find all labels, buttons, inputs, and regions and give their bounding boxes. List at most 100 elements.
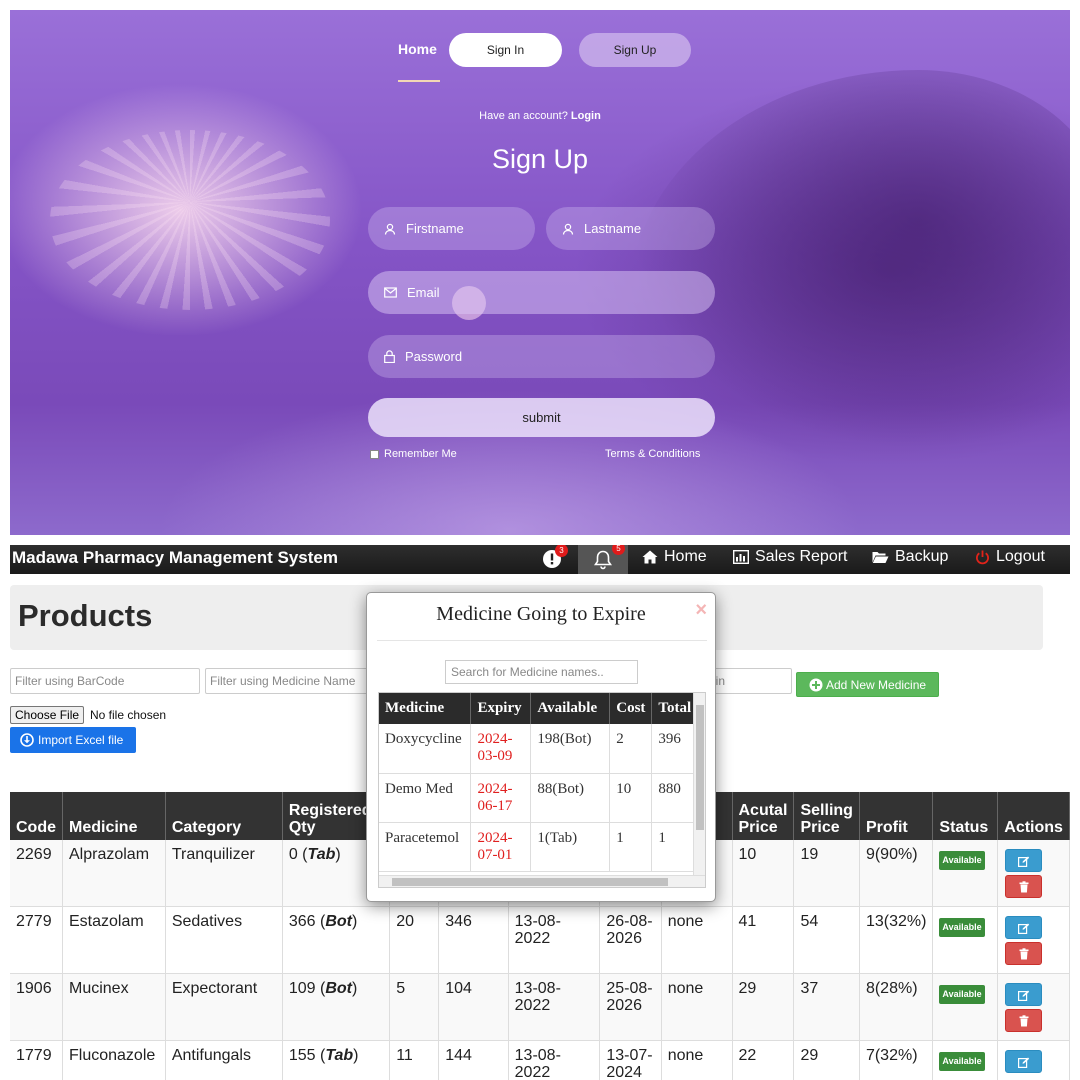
qty-unit: Tab: [325, 1047, 354, 1064]
expire-row: Paracetemol 2024-07-01 1(Tab) 1 1: [379, 822, 705, 872]
delete-button[interactable]: [1005, 1009, 1043, 1032]
remember-me[interactable]: Remember Me: [370, 448, 457, 460]
cell-c8: 25-08-2026: [599, 973, 662, 1041]
close-icon[interactable]: ×: [695, 599, 707, 622]
email-field[interactable]: Email: [368, 271, 715, 314]
cell-status: Available: [932, 840, 999, 907]
bell-icon: [594, 550, 612, 570]
lastname-field[interactable]: Lastname: [546, 207, 715, 250]
trash-icon: [1019, 881, 1029, 893]
col-header[interactable]: Code: [10, 792, 63, 840]
cell-c7: 13-08-2022: [508, 973, 601, 1041]
import-excel-label: Import Excel file: [38, 733, 124, 747]
edit-button[interactable]: [1005, 916, 1043, 939]
power-icon: [976, 550, 989, 564]
add-medicine-label: Add New Medicine: [826, 677, 927, 692]
signup-panel: Home Sign In Sign Up Have an account? Lo…: [10, 10, 1070, 535]
medicine-filter-input[interactable]: Filter using Medicine Name: [205, 668, 370, 694]
expire-col-header[interactable]: Available: [530, 693, 611, 724]
cell-profit: 13(32%): [859, 906, 934, 974]
cell-medicine: Mucinex: [62, 973, 166, 1041]
notifications-button[interactable]: 5: [578, 545, 628, 574]
nav-backup[interactable]: Backup: [872, 548, 948, 566]
qty-value: 155: [288, 1047, 316, 1064]
delete-button[interactable]: [1005, 942, 1043, 965]
status-badge: Available: [939, 1052, 985, 1071]
col-header[interactable]: Medicine: [62, 792, 166, 840]
col-header[interactable]: Status: [932, 792, 999, 840]
top-navbar: Madawa Pharmacy Management System 3 5 Ho…: [10, 545, 1070, 574]
firstname-field[interactable]: Firstname: [368, 207, 535, 250]
alerts-button[interactable]: 3: [542, 545, 568, 569]
email-placeholder: Email: [407, 285, 440, 300]
brand-title[interactable]: Madawa Pharmacy Management System: [12, 548, 338, 568]
expire-col-header[interactable]: Cost: [609, 693, 653, 724]
nav-sales-report[interactable]: Sales Report: [733, 548, 848, 566]
remember-me-checkbox[interactable]: [370, 449, 379, 459]
cell-actions: [997, 973, 1070, 1041]
qty-unit: Bot: [325, 980, 352, 997]
horizontal-scrollbar[interactable]: [379, 875, 705, 887]
vertical-scroll-thumb[interactable]: [696, 705, 704, 830]
horizontal-scroll-thumb[interactable]: [392, 878, 668, 886]
cell-c5: 11: [389, 1040, 440, 1080]
edit-icon: [1018, 856, 1030, 868]
sign-in-button[interactable]: Sign In: [449, 33, 562, 67]
expire-cost: 1: [609, 822, 653, 872]
table-row: 1906 Mucinex Expectorant 109 (Bot) 5 104…: [10, 973, 1070, 1041]
edit-icon: [1018, 990, 1030, 1002]
firstname-placeholder: Firstname: [406, 221, 464, 236]
edit-button[interactable]: [1005, 983, 1043, 1006]
cell-medicine: Alprazolam: [62, 840, 166, 907]
edit-button[interactable]: [1005, 849, 1043, 872]
expire-medicine: Doxycycline: [379, 724, 472, 774]
cell-remark: none: [661, 973, 733, 1041]
cell-qty: 155 (Tab): [282, 1040, 391, 1080]
cell-actual-price: 41: [732, 906, 795, 974]
submit-button[interactable]: submit: [368, 398, 715, 437]
nav-backup-label: Backup: [895, 548, 949, 565]
col-header[interactable]: Actions: [997, 792, 1070, 840]
cell-c8: 13-07-2024: [599, 1040, 662, 1080]
nav-home[interactable]: Home: [642, 548, 707, 566]
have-account-text: Have an account? Login: [10, 110, 1070, 122]
col-header[interactable]: Profit: [859, 792, 934, 840]
expire-cost: 2: [609, 724, 653, 774]
col-header[interactable]: Acutal Price: [732, 792, 795, 840]
password-field[interactable]: Password: [368, 335, 715, 378]
qty-unit: Bot: [325, 913, 352, 930]
expire-table-scroll[interactable]: Medicine Expiry Available Cost Total Dox…: [378, 692, 706, 888]
login-link[interactable]: Login: [571, 110, 601, 122]
expire-col-header[interactable]: Expiry: [470, 693, 532, 724]
expire-col-header[interactable]: Medicine: [379, 693, 472, 724]
nav-home-link[interactable]: Home: [398, 41, 437, 57]
col-header[interactable]: Selling Price: [793, 792, 860, 840]
medicine-search-input[interactable]: Search for Medicine names..: [445, 660, 638, 684]
trash-icon: [1019, 1015, 1029, 1027]
edit-button[interactable]: [1005, 1050, 1043, 1073]
table-row: 1779 Fluconazole Antifungals 155 (Tab) 1…: [10, 1040, 1070, 1080]
add-medicine-button[interactable]: Add New Medicine: [796, 672, 939, 697]
vertical-scrollbar[interactable]: [693, 693, 705, 877]
choose-file-button[interactable]: Choose File: [10, 706, 85, 724]
remember-me-label: Remember Me: [384, 448, 457, 460]
delete-button[interactable]: [1005, 875, 1043, 898]
barcode-filter-input[interactable]: Filter using BarCode: [10, 668, 200, 694]
cell-medicine: Fluconazole: [62, 1040, 166, 1080]
modal-divider: [377, 640, 707, 641]
col-header[interactable]: Category: [165, 792, 283, 840]
table-row: 2779 Estazolam Sedatives 366 (Bot) 20 34…: [10, 906, 1070, 974]
have-account-label: Have an account?: [479, 110, 568, 122]
sign-up-button[interactable]: Sign Up: [579, 33, 691, 67]
cell-category: Antifungals: [165, 1040, 283, 1080]
cell-actions: [997, 906, 1070, 974]
import-excel-button[interactable]: Import Excel file: [10, 727, 136, 753]
expire-row: Demo Med 2024-06-17 88(Bot) 10 880: [379, 773, 705, 823]
cell-selling-price: 37: [793, 973, 860, 1041]
status-badge: Available: [939, 985, 985, 1004]
terms-link[interactable]: Terms & Conditions: [605, 448, 700, 460]
cell-c5: 5: [389, 973, 440, 1041]
cell-c6: 346: [438, 906, 509, 974]
nav-logout[interactable]: Logout: [975, 548, 1045, 566]
cell-c7: 13-08-2022: [508, 906, 601, 974]
